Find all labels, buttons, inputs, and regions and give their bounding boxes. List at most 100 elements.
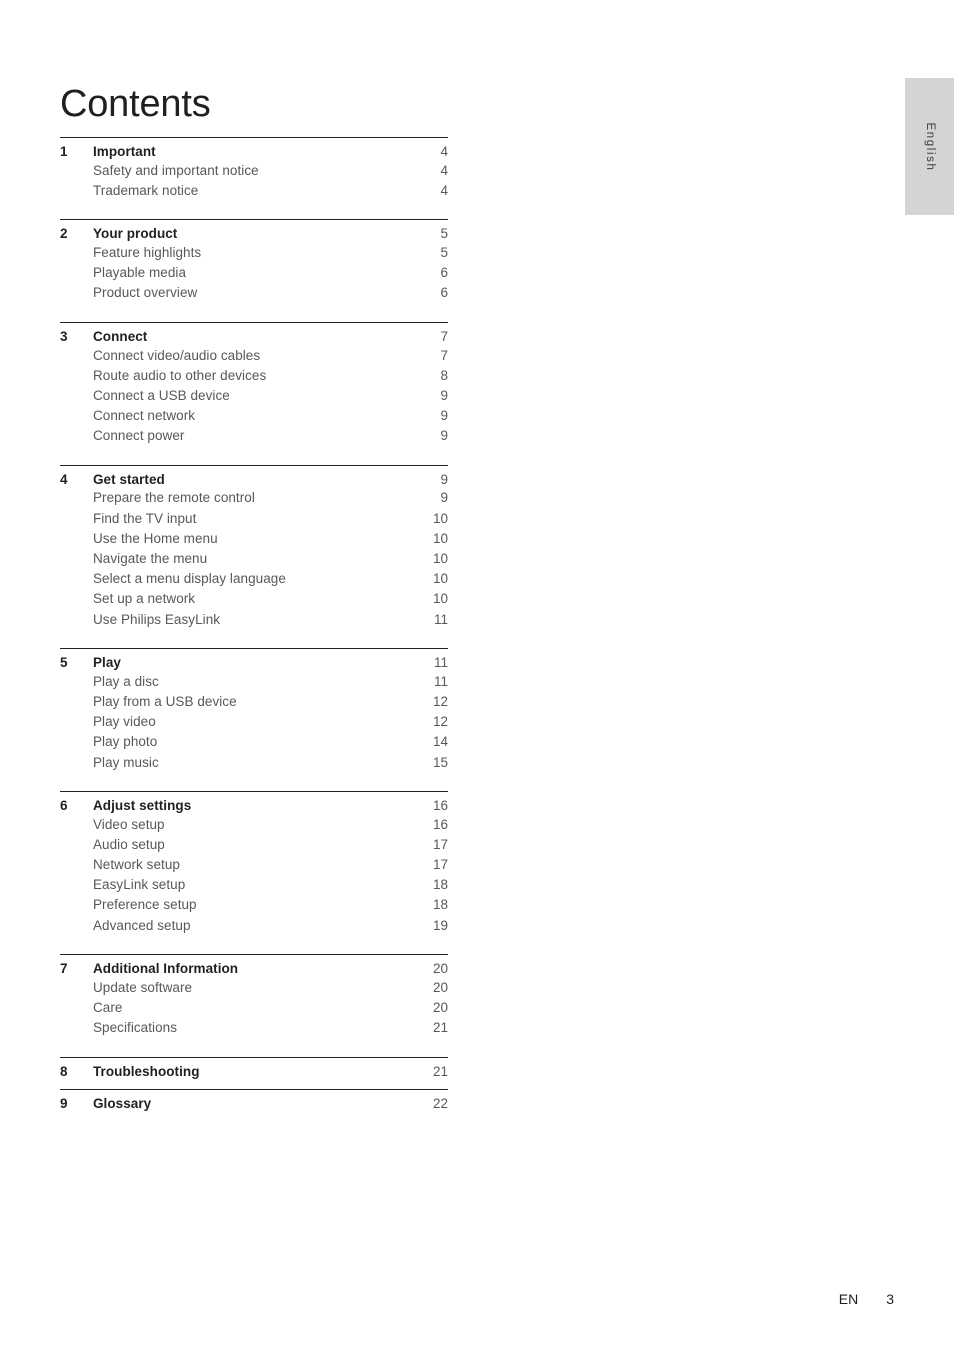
- toc-entry[interactable]: Specifications 21: [60, 1018, 448, 1038]
- entry-page-number: 15: [432, 754, 448, 770]
- toc-entry[interactable]: Play a disc 11: [60, 671, 448, 691]
- toc-entry[interactable]: Playable media 6: [60, 263, 448, 283]
- entry-page-number: 20: [432, 1000, 448, 1016]
- entry-page-number: 6: [440, 265, 448, 281]
- toc-entry[interactable]: Product overview 6: [60, 283, 448, 303]
- toc-entry[interactable]: Select a menu display language 10: [60, 569, 448, 589]
- entry-label: Play music: [93, 754, 159, 770]
- page-footer: EN 3: [839, 1291, 894, 1307]
- entry-label: Trademark notice: [93, 182, 199, 198]
- toc-entry[interactable]: Safety and important notice 4: [60, 160, 448, 180]
- toc-section: 7 Additional Information 20 Update software…: [60, 954, 448, 1057]
- entry-label: Safety and important notice: [93, 162, 259, 178]
- section-number: 5: [60, 655, 68, 671]
- entry-page-number: 10: [432, 571, 448, 587]
- entry-page-number: 12: [432, 693, 448, 709]
- section-title: Troubleshooting: [93, 1063, 200, 1079]
- toc-section-heading[interactable]: 1 Important 4: [60, 138, 448, 160]
- entry-page-number: 20: [432, 979, 448, 995]
- entry-label: Set up a network: [93, 591, 196, 607]
- entry-label: Connect a USB device: [93, 387, 230, 403]
- entry-page-number: 14: [432, 734, 448, 750]
- toc-section-heading[interactable]: 5 Play 11: [60, 649, 448, 671]
- toc-entry[interactable]: Feature highlights 5: [60, 242, 448, 262]
- section-page-number: 5: [440, 226, 448, 242]
- toc-section-heading[interactable]: 2 Your product 5: [60, 220, 448, 242]
- toc-entry[interactable]: Use Philips EasyLink 11: [60, 609, 448, 629]
- section-title: Important: [93, 144, 156, 159]
- entry-page-number: 17: [432, 836, 448, 852]
- table-of-contents: 1 Important 4 Safety and important notice 4 T…: [60, 137, 448, 1112]
- entry-label: Preference setup: [93, 897, 197, 913]
- toc-entry[interactable]: Network setup 17: [60, 855, 448, 875]
- section-number: 3: [60, 328, 68, 344]
- toc-entry[interactable]: Connect a USB device 9: [60, 385, 448, 405]
- toc-entry[interactable]: Play music 15: [60, 752, 448, 772]
- toc-section-heading[interactable]: 4 Get started 9: [60, 466, 448, 488]
- entry-label: Play photo: [93, 734, 158, 750]
- entry-label: Navigate the menu: [93, 551, 208, 567]
- toc-entry[interactable]: Play video 12: [60, 712, 448, 732]
- entry-page-number: 4: [440, 162, 448, 178]
- toc-entry[interactable]: Find the TV input 10: [60, 508, 448, 528]
- footer-locale: EN: [838, 1291, 859, 1307]
- entry-label: Advanced setup: [93, 917, 191, 933]
- entry-label: Product overview: [93, 285, 198, 301]
- toc-entry[interactable]: Update software 20: [60, 977, 448, 997]
- toc-section-heading[interactable]: 6 Adjust settings 16: [60, 792, 448, 814]
- toc-section-heading[interactable]: 9 Glossary 22: [60, 1090, 448, 1112]
- toc-entry[interactable]: Connect power 9: [60, 426, 448, 446]
- toc-entry[interactable]: Trademark notice 4: [60, 180, 448, 200]
- language-tab-label: English: [923, 122, 936, 171]
- toc-section: 8 Troubleshooting 21: [60, 1056, 448, 1089]
- section-number: 2: [60, 226, 68, 242]
- section-title: Connect: [93, 328, 148, 344]
- entry-page-number: 4: [440, 182, 448, 198]
- toc-entry[interactable]: Advanced setup 19: [60, 915, 448, 935]
- toc-entry[interactable]: Connect network 9: [60, 406, 448, 426]
- toc-entry[interactable]: Navigate the menu 10: [60, 548, 448, 568]
- entry-page-number: 10: [432, 510, 448, 526]
- toc-section-heading[interactable]: 3 Connect 7: [60, 323, 448, 345]
- entry-label: Find the TV input: [93, 510, 197, 526]
- toc-entry[interactable]: Prepare the remote control 9: [60, 488, 448, 508]
- entry-label: Prepare the remote control: [93, 490, 255, 506]
- toc-entry[interactable]: Audio setup 17: [60, 834, 448, 854]
- section-title: Get started: [93, 471, 165, 487]
- toc-entry[interactable]: Route audio to other devices 8: [60, 365, 448, 385]
- toc-entry[interactable]: Care 20: [60, 997, 448, 1017]
- entry-label: Feature highlights: [93, 244, 202, 260]
- section-page-number: 7: [440, 328, 448, 344]
- entry-page-number: 17: [432, 857, 448, 873]
- entry-label: Use Philips EasyLink: [93, 611, 221, 627]
- entry-label: EasyLink setup: [93, 877, 186, 893]
- toc-section-heading[interactable]: 7 Additional Information 20: [60, 955, 448, 977]
- section-page-number: 9: [440, 471, 448, 487]
- toc-entry[interactable]: Set up a network 10: [60, 589, 448, 609]
- entry-label: Use the Home menu: [93, 530, 218, 546]
- entry-label: Play video: [93, 714, 156, 730]
- footer-page-number: 3: [886, 1291, 894, 1307]
- entry-page-number: 9: [440, 387, 448, 403]
- entry-page-number: 9: [440, 428, 448, 444]
- entry-label: Connect power: [93, 428, 185, 444]
- toc-section-heading[interactable]: 8 Troubleshooting 21: [60, 1058, 448, 1080]
- toc-entry[interactable]: EasyLink setup 18: [60, 875, 448, 895]
- entry-page-number: 18: [432, 877, 448, 893]
- section-number: 1: [60, 144, 68, 159]
- toc-entry[interactable]: Preference setup 18: [60, 895, 448, 915]
- entry-page-number: 11: [433, 673, 448, 689]
- section-title: Glossary: [93, 1095, 152, 1111]
- toc-entry[interactable]: Video setup 16: [60, 814, 448, 834]
- toc-entry[interactable]: Play from a USB device 12: [60, 691, 448, 711]
- toc-entry[interactable]: Use the Home menu 10: [60, 528, 448, 548]
- toc-section: 5 Play 11 Play a disc 11 Play from a USB devi…: [60, 648, 448, 791]
- entry-label: Audio setup: [93, 836, 165, 852]
- toc-entry[interactable]: Play photo 14: [60, 732, 448, 752]
- toc-entry[interactable]: Connect video/audio cables 7: [60, 345, 448, 365]
- section-page-number: 11: [433, 655, 448, 671]
